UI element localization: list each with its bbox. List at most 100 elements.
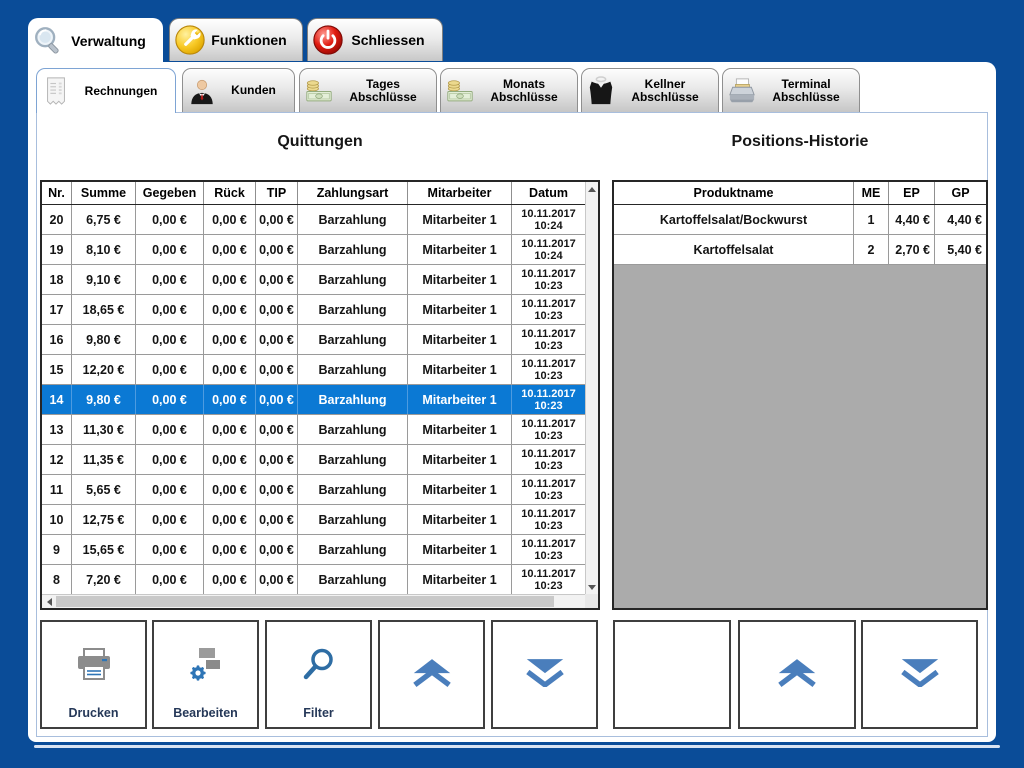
receipt-row[interactable]: 115,65 €0,00 €0,00 €0,00 €BarzahlungMita… [42,475,585,505]
history-scroll-up-button[interactable] [738,620,856,729]
column-header[interactable]: Zahlungsart [298,182,408,204]
double-chevron-up-icon [410,657,454,692]
cell-rueck: 0,00 € [204,385,256,414]
receipt-row[interactable]: 1012,75 €0,00 €0,00 €0,00 €BarzahlungMit… [42,505,585,535]
cell-summe: 9,80 € [72,325,136,354]
receipts-scroll-down-button[interactable] [491,620,598,729]
cell-zahlungsart: Barzahlung [298,535,408,564]
scroll-left-arrow[interactable] [42,595,56,608]
cell-summe: 8,10 € [72,235,136,264]
power-icon [308,24,348,56]
tab-rechnungen[interactable]: Rechnungen [36,68,176,113]
receipt-row[interactable]: 206,75 €0,00 €0,00 €0,00 €BarzahlungMita… [42,205,585,235]
scroll-down-arrow[interactable] [586,580,598,594]
print-button[interactable]: Drucken [40,620,147,729]
edit-button-label: Bearbeiten [154,706,257,720]
cell-nr: 8 [42,565,72,594]
tab-monats-abschluesse-label: MonatsAbschlüsse [479,78,577,104]
cell-produktname: Kartoffelsalat/Bockwurst [614,205,854,234]
receipts-scroll-up-button[interactable] [378,620,485,729]
horizontal-scroll-thumb[interactable] [56,596,554,607]
cell-zahlungsart: Barzahlung [298,295,408,324]
tab-terminal-abschluesse[interactable]: TerminalAbschlüsse [722,68,860,112]
cell-mitarbeiter: Mitarbeiter 1 [408,565,512,594]
tab-kellner-abschluesse[interactable]: KellnerAbschlüsse [581,68,719,112]
cell-mitarbeiter: Mitarbeiter 1 [408,505,512,534]
cell-gp: 4,40 € [935,205,986,234]
cell-rueck: 0,00 € [204,505,256,534]
receipts-horizontal-scrollbar[interactable] [42,594,598,608]
cell-rueck: 0,00 € [204,445,256,474]
filter-button[interactable]: Filter [265,620,372,729]
cell-tip: 0,00 € [256,205,298,234]
cell-summe: 12,75 € [72,505,136,534]
edit-gear-icon [186,647,226,688]
tab-schliessen[interactable]: Schliessen [307,18,443,61]
cell-rueck: 0,00 € [204,205,256,234]
receipts-table-header: Nr.SummeGegebenRückTIPZahlungsartMitarbe… [42,182,585,205]
cell-gegeben: 0,00 € [136,445,204,474]
cell-datum: 10.11.201710:24 [512,235,585,264]
receipt-row[interactable]: 198,10 €0,00 €0,00 €0,00 €BarzahlungMita… [42,235,585,265]
receipt-row[interactable]: 915,65 €0,00 €0,00 €0,00 €BarzahlungMita… [42,535,585,565]
history-section-title: Positions-Historie [612,133,988,151]
pos-admin-window: Verwaltung Funktionen [0,0,1024,768]
waiter-icon [582,76,620,106]
column-header[interactable]: Nr. [42,182,72,204]
cell-tip: 0,00 € [256,235,298,264]
position-row[interactable]: Kartoffelsalat/Bockwurst14,40 €4,40 € [614,205,986,235]
cell-mitarbeiter: Mitarbeiter 1 [408,325,512,354]
cell-gegeben: 0,00 € [136,235,204,264]
column-header[interactable]: EP [889,182,935,204]
tab-verwaltung[interactable]: Verwaltung [28,18,163,63]
tab-tages-abschluesse-label: TagesAbschlüsse [338,78,436,104]
cell-mitarbeiter: Mitarbeiter 1 [408,205,512,234]
receipts-section-title: Quittungen [40,133,600,151]
cell-summe: 9,10 € [72,265,136,294]
scrollbar-corner [585,594,598,608]
scroll-up-arrow[interactable] [586,182,598,196]
column-header[interactable]: Rück [204,182,256,204]
double-chevron-down-icon [898,657,942,692]
cell-gegeben: 0,00 € [136,415,204,444]
column-header[interactable]: Gegeben [136,182,204,204]
receipt-row[interactable]: 1718,65 €0,00 €0,00 €0,00 €BarzahlungMit… [42,295,585,325]
receipts-vertical-scrollbar[interactable] [585,182,598,594]
cell-nr: 18 [42,265,72,294]
cell-rueck: 0,00 € [204,565,256,594]
tab-kunden[interactable]: Kunden [182,68,295,112]
column-header[interactable]: TIP [256,182,298,204]
history-scroll-down-button[interactable] [861,620,978,729]
cell-nr: 14 [42,385,72,414]
receipt-row[interactable]: 169,80 €0,00 €0,00 €0,00 €BarzahlungMita… [42,325,585,355]
tab-funktionen[interactable]: Funktionen [169,18,303,61]
column-header[interactable]: Summe [72,182,136,204]
positions-table-body: Kartoffelsalat/Bockwurst14,40 €4,40 €Kar… [614,205,986,608]
cell-gegeben: 0,00 € [136,355,204,384]
empty-button[interactable] [613,620,731,729]
cell-mitarbeiter: Mitarbeiter 1 [408,535,512,564]
cell-gegeben: 0,00 € [136,535,204,564]
edit-button[interactable]: Bearbeiten [152,620,259,729]
receipt-row[interactable]: 87,20 €0,00 €0,00 €0,00 €BarzahlungMitar… [42,565,585,594]
cell-nr: 13 [42,415,72,444]
column-header[interactable]: GP [935,182,986,204]
tab-monats-abschluesse[interactable]: MonatsAbschlüsse [440,68,578,112]
receipt-row[interactable]: 1311,30 €0,00 €0,00 €0,00 €BarzahlungMit… [42,415,585,445]
cell-zahlungsart: Barzahlung [298,235,408,264]
cell-produktname: Kartoffelsalat [614,235,854,264]
receipt-row[interactable]: 189,10 €0,00 €0,00 €0,00 €BarzahlungMita… [42,265,585,295]
cell-ep: 2,70 € [889,235,935,264]
column-header[interactable]: Datum [512,182,585,204]
cell-datum: 10.11.201710:23 [512,385,585,414]
column-header[interactable]: Mitarbeiter [408,182,512,204]
column-header[interactable]: Produktname [614,182,854,204]
position-row[interactable]: Kartoffelsalat22,70 €5,40 € [614,235,986,265]
receipt-row[interactable]: 1512,20 €0,00 €0,00 €0,00 €BarzahlungMit… [42,355,585,385]
receipt-row[interactable]: 149,80 €0,00 €0,00 €0,00 €BarzahlungMita… [42,385,585,415]
cell-rueck: 0,00 € [204,355,256,384]
cell-tip: 0,00 € [256,355,298,384]
column-header[interactable]: ME [854,182,889,204]
tab-tages-abschluesse[interactable]: TagesAbschlüsse [299,68,437,112]
receipt-row[interactable]: 1211,35 €0,00 €0,00 €0,00 €BarzahlungMit… [42,445,585,475]
